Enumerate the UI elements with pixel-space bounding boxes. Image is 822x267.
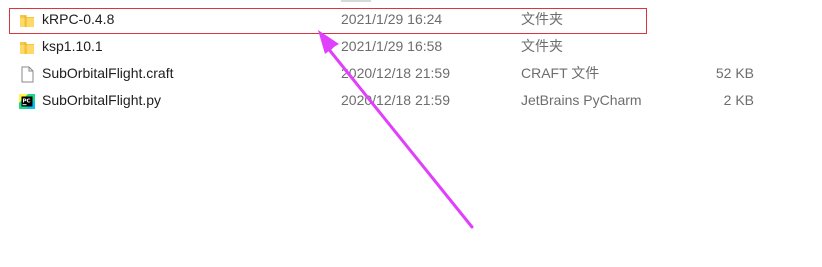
folder-icon — [18, 38, 36, 55]
file-size: 52 KB — [715, 65, 754, 81]
file-modified-date: 2021/1/29 16:24 — [341, 11, 443, 27]
folder-icon — [18, 11, 36, 28]
svg-text:PC: PC — [23, 99, 31, 105]
file-modified-date: 2020/12/18 21:59 — [341, 92, 450, 108]
file-row-ksp[interactable]: ksp1.10.1 2021/1/29 16:58 文件夹 — [0, 33, 822, 60]
file-modified-date: 2020/12/18 21:59 — [341, 65, 450, 81]
file-type: 文件夹 — [521, 11, 563, 27]
file-row-py[interactable]: PC SubOrbitalFlight.py 2020/12/18 21:59 … — [0, 87, 822, 114]
file-type: 文件夹 — [521, 38, 563, 54]
file-row-craft[interactable]: SubOrbitalFlight.craft 2020/12/18 21:59 … — [0, 60, 822, 87]
file-list: kRPC-0.4.8 2021/1/29 16:24 文件夹 ksp1.10.1… — [0, 6, 822, 114]
file-name: ksp1.10.1 — [42, 38, 103, 54]
file-name: SubOrbitalFlight.craft — [42, 65, 174, 81]
file-name: kRPC-0.4.8 — [42, 11, 115, 27]
file-explorer-view: kRPC-0.4.8 2021/1/29 16:24 文件夹 ksp1.10.1… — [0, 0, 822, 267]
file-type: JetBrains PyCharm — [521, 92, 642, 108]
pycharm-icon: PC — [18, 92, 36, 109]
file-name: SubOrbitalFlight.py — [42, 92, 162, 108]
document-icon — [18, 65, 36, 83]
file-row-krpc[interactable]: kRPC-0.4.8 2021/1/29 16:24 文件夹 — [0, 6, 822, 33]
file-modified-date: 2021/1/29 16:58 — [341, 38, 443, 54]
file-size: 2 KB — [723, 92, 754, 108]
scroll-edge-artifact — [341, 0, 371, 2]
file-type: CRAFT 文件 — [521, 65, 600, 81]
